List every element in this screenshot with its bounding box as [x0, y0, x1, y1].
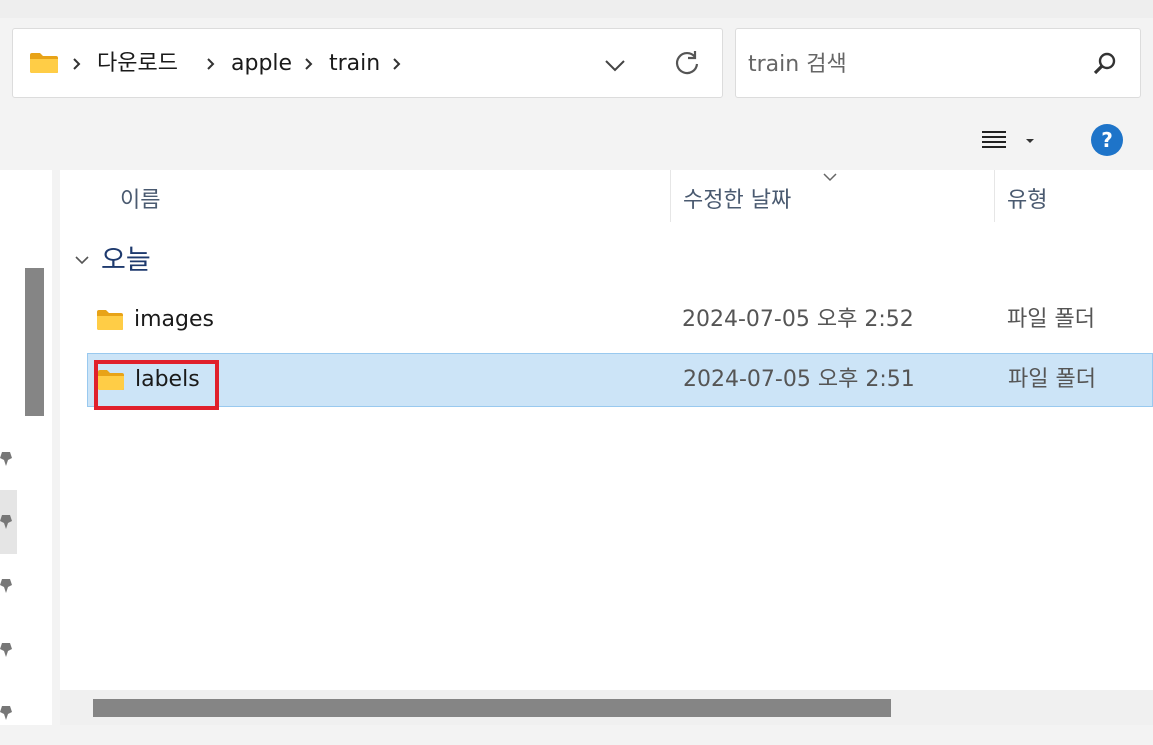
window-top-strip — [0, 0, 1153, 18]
pin-icon — [0, 643, 12, 657]
nav-scrollbar-thumb[interactable] — [25, 268, 44, 416]
column-header-type[interactable]: 유형 — [1007, 186, 1047, 216]
help-button[interactable]: ? — [1091, 124, 1123, 156]
column-header-name[interactable]: 이름 — [120, 186, 160, 216]
refresh-icon[interactable] — [673, 49, 701, 77]
search-input[interactable] — [748, 47, 1078, 81]
file-row-images[interactable]: images 2024-07-05 오후 2:52 파일 폴더 — [87, 294, 1153, 348]
chevron-right-icon — [305, 58, 313, 70]
breadcrumb-item-downloads[interactable]: 다운로드 — [97, 49, 178, 79]
command-bar: ? — [0, 108, 1153, 170]
file-name: images — [134, 307, 214, 332]
column-divider[interactable] — [994, 170, 995, 222]
sort-chevron-icon — [823, 173, 837, 182]
file-row-labels[interactable]: labels 2024-07-05 오후 2:51 파일 폴더 — [87, 353, 1153, 407]
file-date: 2024-07-05 오후 2:51 — [683, 367, 915, 392]
search-icon[interactable] — [1092, 51, 1118, 77]
horizontal-scrollbar[interactable] — [60, 690, 1153, 725]
breadcrumb-item-train[interactable]: train — [329, 49, 380, 79]
chevron-right-icon — [207, 58, 215, 70]
folder-icon — [30, 53, 58, 73]
file-type: 파일 폴더 — [1008, 367, 1096, 392]
folder-icon — [97, 310, 123, 330]
file-type: 파일 폴더 — [1007, 307, 1095, 332]
pin-icon — [0, 515, 12, 529]
pin-icon — [0, 452, 12, 466]
chevron-down-icon[interactable] — [603, 53, 627, 77]
column-header-date[interactable]: 수정한 날짜 — [683, 186, 791, 216]
caret-down-icon[interactable] — [1024, 136, 1036, 146]
chevron-right-icon — [73, 58, 81, 70]
chevron-right-icon[interactable] — [391, 55, 403, 73]
file-list: 이름 수정한 날짜 유형 오늘 images 2024-07-05 오후 2:5… — [60, 170, 1153, 690]
pin-icon — [0, 579, 12, 593]
pane-splitter[interactable] — [52, 170, 60, 725]
search-box[interactable] — [735, 28, 1141, 98]
file-date: 2024-07-05 오후 2:52 — [682, 307, 914, 332]
pin-icon — [0, 706, 12, 720]
collapse-chevron-icon[interactable] — [74, 254, 90, 266]
column-divider[interactable] — [670, 170, 671, 222]
address-bar[interactable]: 다운로드 apple train — [12, 28, 723, 98]
highlight-box — [94, 360, 219, 410]
group-header-today[interactable]: 오늘 — [101, 244, 151, 278]
breadcrumb-item-apple[interactable]: apple — [231, 49, 292, 79]
bottom-edge — [0, 725, 1153, 745]
list-view-icon[interactable] — [980, 128, 1008, 152]
horizontal-scrollbar-thumb[interactable] — [93, 699, 891, 717]
